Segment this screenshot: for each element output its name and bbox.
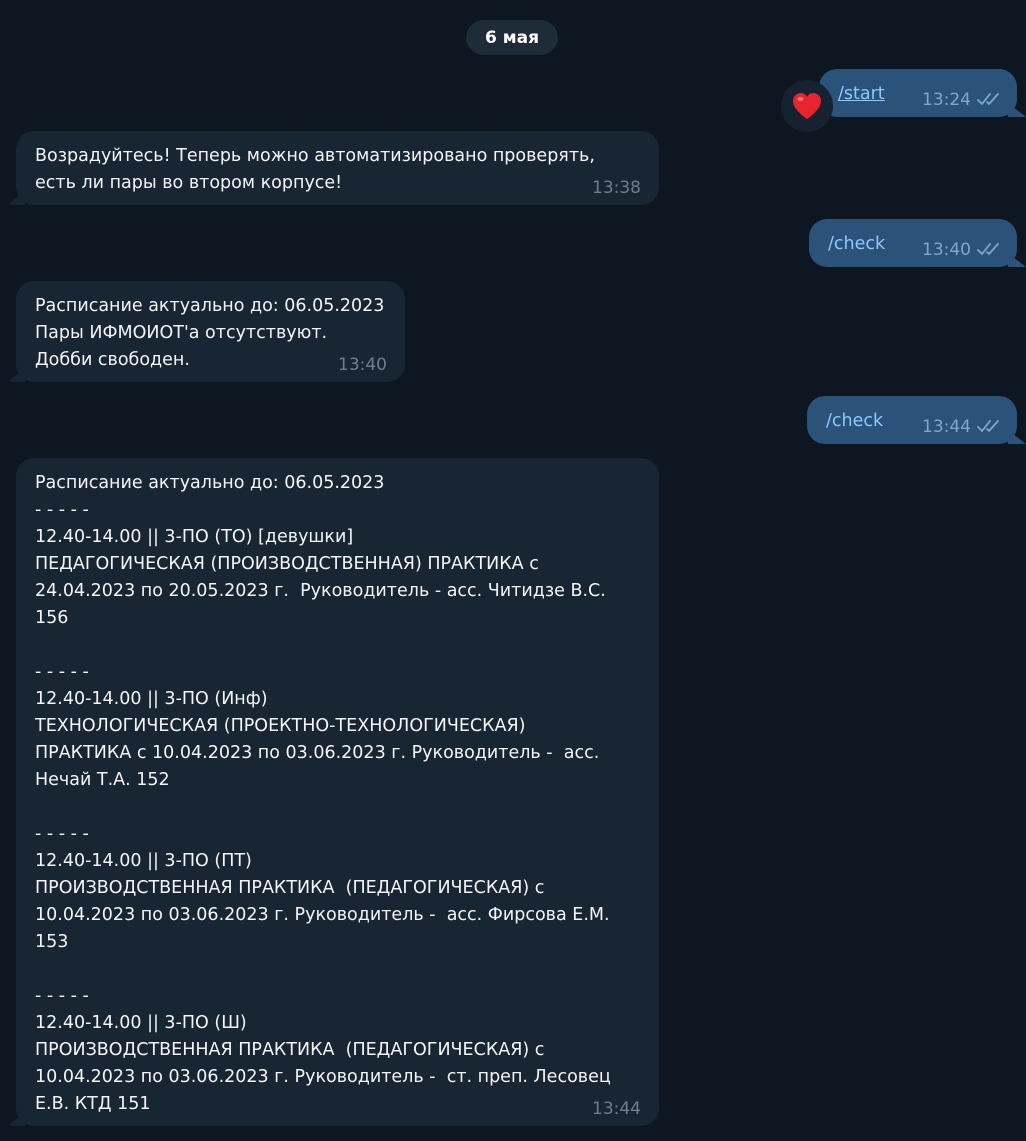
- outgoing-message-check[interactable]: /check 13:40: [809, 219, 1026, 267]
- date-separator: 6 мая: [466, 20, 558, 55]
- command-link-start[interactable]: /start: [838, 81, 885, 108]
- double-check-icon: [977, 420, 999, 432]
- message-text: Расписание актуально до: 06.05.2023 Пары…: [35, 296, 385, 370]
- outgoing-message-start[interactable]: /start 13:24: [819, 69, 1026, 117]
- command-text: /check: [828, 234, 886, 254]
- double-check-icon: [977, 243, 999, 255]
- incoming-message[interactable]: Расписание актуально до: 06.05.2023 Пары…: [7, 281, 405, 382]
- incoming-message[interactable]: Возрадуйтесь! Теперь можно автоматизиров…: [7, 131, 659, 205]
- message-time: 13:44: [922, 417, 971, 437]
- message-time: 13:24: [922, 90, 971, 110]
- message-time: 13:38: [592, 178, 641, 198]
- outgoing-message-check[interactable]: /check 13:44: [807, 396, 1026, 444]
- message-text: Возрадуйтесь! Теперь можно автоматизиров…: [35, 146, 595, 193]
- message-time: 13:44: [592, 1099, 641, 1119]
- message-time: 13:40: [922, 240, 971, 260]
- command-text: /check: [826, 411, 884, 431]
- heart-reaction[interactable]: [781, 80, 833, 132]
- date-label: 6 мая: [484, 27, 540, 48]
- double-check-icon: [977, 93, 999, 105]
- incoming-message-schedule[interactable]: Расписание актуально до: 06.05.2023 - - …: [7, 458, 659, 1126]
- message-time: 13:40: [338, 355, 387, 375]
- heart-icon: [793, 93, 821, 119]
- message-text: Расписание актуально до: 06.05.2023 - - …: [35, 473, 611, 1114]
